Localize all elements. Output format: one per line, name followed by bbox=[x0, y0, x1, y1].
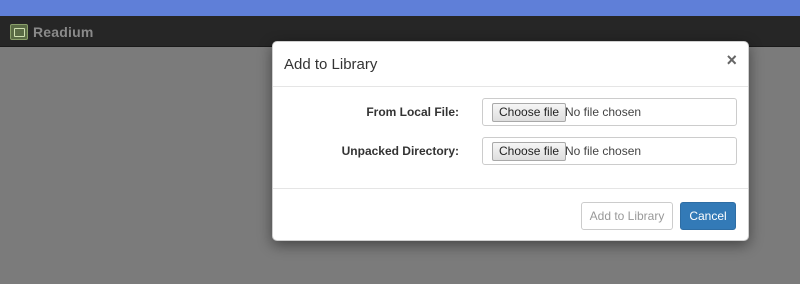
local-file-choose-button[interactable]: Choose file bbox=[492, 103, 567, 122]
cancel-button[interactable]: Cancel bbox=[680, 202, 736, 230]
add-to-library-button[interactable]: Add to Library bbox=[581, 202, 673, 230]
app-logo[interactable]: Readium bbox=[10, 23, 94, 41]
close-icon[interactable]: × bbox=[726, 51, 737, 69]
app-title: Readium bbox=[33, 24, 94, 40]
readium-logo-icon bbox=[10, 24, 28, 40]
add-to-library-dialog: Add to Library × From Local File: Choose… bbox=[272, 41, 749, 241]
local-file-label: From Local File: bbox=[366, 105, 459, 119]
unpacked-directory-input[interactable]: Choose file No file chosen bbox=[482, 137, 737, 165]
local-file-input[interactable]: Choose file No file chosen bbox=[482, 98, 737, 126]
dialog-footer: Add to Library Cancel bbox=[273, 188, 748, 241]
unpacked-directory-row: Unpacked Directory: Choose file No file … bbox=[273, 137, 748, 165]
unpacked-directory-label: Unpacked Directory: bbox=[341, 144, 459, 158]
local-file-status: No file chosen bbox=[565, 105, 642, 119]
dialog-title: Add to Library bbox=[284, 56, 378, 73]
dialog-header: Add to Library × bbox=[273, 42, 748, 87]
unpacked-directory-status: No file chosen bbox=[565, 144, 642, 158]
window-top-strip bbox=[0, 0, 800, 16]
unpacked-directory-choose-button[interactable]: Choose file bbox=[492, 142, 567, 161]
local-file-row: From Local File: Choose file No file cho… bbox=[273, 98, 748, 126]
